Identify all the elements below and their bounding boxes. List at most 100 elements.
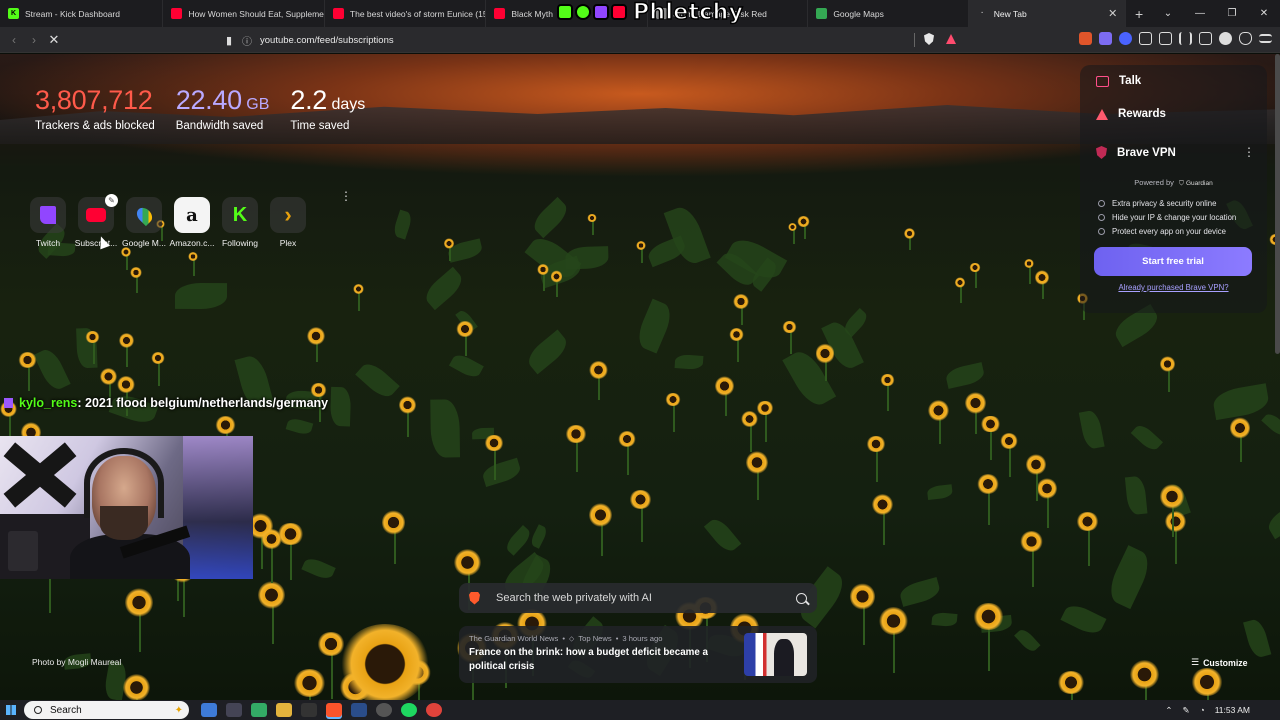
pen-icon[interactable]: ✎ (1182, 705, 1189, 716)
guardian-label: Guardian (1185, 180, 1213, 187)
tab-youtube-storm-eunice[interactable]: The best video's of storm Eunice (15 (325, 0, 487, 27)
sunflower (307, 327, 326, 346)
tab-google-maps[interactable]: Google Maps (808, 0, 969, 27)
sunflower-stem (136, 275, 139, 293)
search-icon[interactable] (796, 592, 807, 604)
stop-loading-button[interactable]: ✕ (44, 32, 64, 48)
puzzle-icon[interactable] (1139, 32, 1152, 45)
extension-icon[interactable] (1079, 32, 1092, 45)
sunflower (969, 262, 982, 273)
bookmark-icon[interactable]: ▮ (220, 34, 238, 47)
sunflower (1164, 511, 1186, 532)
dot-separator: • (615, 634, 619, 643)
sunflower (1160, 484, 1184, 509)
file-explorer-icon[interactable] (276, 703, 292, 717)
brave-rewards-icon[interactable] (946, 34, 956, 44)
leaf (674, 354, 704, 371)
leo-ai-icon[interactable] (1219, 32, 1232, 45)
top-site-subscriptions[interactable]: ✎ Subscript... (75, 194, 118, 248)
start-free-trial-button[interactable]: Start free trial (1094, 247, 1252, 276)
app-icon[interactable] (251, 703, 267, 717)
chevron-up-icon[interactable]: ⌃ (1165, 705, 1172, 716)
chevron-down-icon[interactable]: ⌄ (1152, 0, 1184, 27)
extension-icon[interactable] (1119, 32, 1132, 45)
leaf (392, 209, 414, 241)
minimize-button[interactable]: — (1184, 0, 1216, 27)
restore-button[interactable]: ❐ (1216, 0, 1248, 27)
steam-icon[interactable] (351, 703, 367, 717)
top-site-google-maps[interactable]: Google M... (122, 197, 166, 248)
tab-kick-dashboard[interactable]: K Stream - Kick Dashboard (0, 0, 164, 27)
brave-shields-icon[interactable] (924, 33, 934, 45)
spotify-icon[interactable] (401, 703, 417, 717)
already-purchased-link[interactable]: Already purchased Brave VPN? (1080, 283, 1267, 292)
close-window-button[interactable]: ✕ (1248, 0, 1280, 27)
sunflower (456, 320, 474, 338)
menu-icon[interactable] (1259, 34, 1272, 43)
edit-pencil-icon[interactable]: ✎ (105, 194, 118, 207)
clock[interactable]: 11:53 AM (1215, 705, 1250, 715)
feature-text: Hide your IP & change your location (1112, 213, 1237, 222)
copilot-icon[interactable] (201, 703, 217, 717)
tab-youtube-women-eat[interactable]: How Women Should Eat, Supplemen (163, 0, 325, 27)
app-icon[interactable] (376, 703, 392, 717)
top-site-twitch[interactable]: Twitch (28, 197, 68, 248)
top-site-plex[interactable]: › Plex (268, 197, 308, 248)
tile-bg (126, 197, 162, 233)
rewards-widget[interactable]: Rewards (1096, 108, 1166, 120)
plex-icon: › (284, 202, 292, 227)
vpn-icon[interactable] (1239, 32, 1252, 45)
vpn-more-options-icon[interactable]: ⋮ (1243, 145, 1255, 159)
news-meta: The Guardian World News • ⬦ Top News • 3… (469, 634, 662, 644)
search-box[interactable]: Search the web privately with AI (459, 583, 817, 613)
obs-icon[interactable] (301, 703, 317, 717)
back-button[interactable]: ‹ (4, 33, 24, 47)
sunflower (815, 343, 835, 364)
leaf (480, 458, 523, 487)
extension-icon[interactable] (1099, 32, 1112, 45)
twitch-icon (40, 206, 56, 224)
windows-icon (6, 705, 16, 715)
news-card[interactable]: The Guardian World News • ⬦ Top News • 3… (459, 626, 817, 683)
bandwidth-value: 22.40 (175, 85, 242, 115)
leaf (931, 611, 959, 627)
url-text[interactable]: youtube.com/feed/subscriptions (260, 35, 394, 46)
customize-button[interactable]: ☰ Customize (1191, 657, 1248, 668)
page-scrollbar[interactable] (1275, 54, 1280, 354)
sunflower-stem (640, 505, 643, 543)
guardian-icon: ⛉ (1178, 180, 1184, 187)
close-tab-icon[interactable]: ✕ (1100, 7, 1117, 20)
window-controls: ⌄ — ❐ ✕ (1152, 0, 1280, 27)
taskbar-search[interactable]: Search ✦ (24, 701, 189, 719)
app-icon[interactable] (426, 703, 442, 717)
leaf (1014, 626, 1041, 654)
music-icon[interactable] (1179, 32, 1192, 45)
top-site-following[interactable]: K Following (220, 197, 260, 248)
top-site-amazon[interactable]: a Amazon.c... (170, 197, 214, 248)
settings-icon[interactable] (226, 703, 242, 717)
start-button[interactable] (0, 700, 22, 720)
address-bar[interactable]: ▮ ⓘ youtube.com/feed/subscriptions (220, 30, 965, 50)
tab-new-tab[interactable]: · New Tab ✕ (968, 0, 1127, 27)
brave-browser-icon[interactable] (326, 703, 342, 717)
sunflower (150, 351, 165, 364)
forward-button[interactable]: › (24, 33, 44, 47)
leaf (1260, 410, 1280, 439)
search-input[interactable]: Search the web privately with AI (496, 592, 796, 604)
kick-icon: K (8, 8, 19, 19)
sunflower (782, 320, 798, 334)
sunflower (340, 624, 430, 700)
talk-widget[interactable]: Talk (1096, 75, 1141, 87)
chat-text: : 2021 flood belgium/netherlands/germany (77, 396, 329, 410)
top-sites-menu-icon[interactable]: ⋮ (340, 189, 352, 203)
sidebar-icon[interactable] (1199, 32, 1212, 45)
check-icon (1098, 228, 1105, 235)
news-headline[interactable]: France on the brink: how a budget defici… (469, 646, 744, 674)
site-info-icon[interactable]: ⓘ (238, 33, 256, 48)
leaf (703, 515, 742, 556)
network-icon[interactable]: ◔ (1200, 705, 1205, 715)
photo-credit[interactable]: Photo by Mogli Maureal (32, 657, 121, 667)
wallet-icon[interactable] (1159, 32, 1172, 45)
sunflower-stem (749, 422, 752, 453)
new-tab-button[interactable]: + (1126, 6, 1152, 22)
